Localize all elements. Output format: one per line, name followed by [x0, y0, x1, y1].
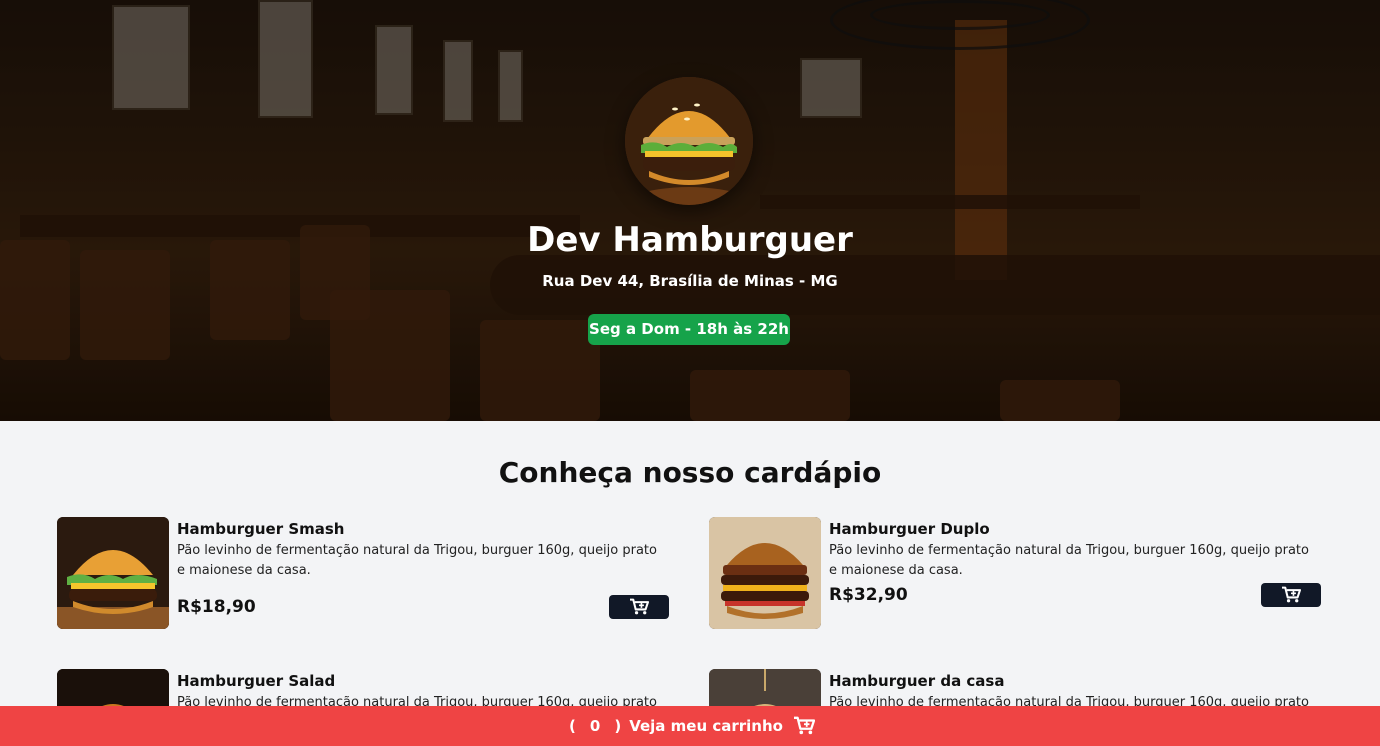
item-info: Hamburguer Salad Pão levinho de fermenta…: [177, 671, 669, 706]
item-name: Hamburguer Duplo: [829, 520, 990, 538]
item-image: [57, 669, 169, 706]
burger-image: [709, 517, 821, 629]
item-image: [709, 517, 821, 629]
restaurant-address: Rua Dev 44, Brasília de Minas - MG: [542, 272, 838, 290]
opening-hours-badge: Seg a Dom - 18h às 22h: [588, 314, 790, 345]
menu-title: Conheça nosso cardápio: [498, 456, 882, 489]
item-image: [709, 669, 821, 706]
cart-plus-icon: [1282, 586, 1301, 603]
item-info: Hamburguer da casa Pão levinho de fermen…: [829, 671, 1321, 706]
cart-count-open-paren: (: [569, 717, 576, 735]
cart-plus-icon: [793, 716, 815, 735]
burger-image: [709, 669, 821, 706]
burger-image: [57, 669, 169, 706]
item-description: Pão levinho de fermentação natural da Tr…: [177, 543, 657, 578]
burger-image: [57, 517, 169, 629]
item-price: R$32,90: [829, 585, 908, 605]
menu-item: Hamburguer Duplo Pão levinho de fermenta…: [709, 517, 1321, 629]
item-description: Pão levinho de fermentação natural da Tr…: [829, 543, 1309, 578]
item-image: [57, 517, 169, 629]
item-info: Hamburguer Duplo Pão levinho de fermenta…: [829, 519, 1321, 581]
restaurant-name: Dev Hamburguer: [527, 220, 853, 260]
cart-count: 0: [589, 717, 601, 735]
add-to-cart-button[interactable]: [1261, 583, 1321, 607]
view-cart-button[interactable]: ( 0 ) Veja meu carrinho: [0, 706, 1380, 746]
hero-content: Dev Hamburguer Rua Dev 44, Brasília de M…: [0, 0, 1380, 421]
view-cart-label: Veja meu carrinho: [629, 717, 783, 735]
menu-item: Hamburguer da casa Pão levinho de fermen…: [709, 669, 1321, 706]
item-description: Pão levinho de fermentação natural da Tr…: [177, 695, 657, 706]
item-price: R$18,90: [177, 597, 256, 617]
burger-logo-image: [625, 77, 753, 205]
menu-item: Hamburguer Smash Pão levinho de fermenta…: [57, 517, 669, 629]
item-name: Hamburguer Smash: [177, 520, 345, 538]
restaurant-logo: [625, 77, 753, 205]
item-description: Pão levinho de fermentação natural da Tr…: [829, 695, 1309, 706]
cart-plus-icon: [630, 598, 649, 615]
item-info: Hamburguer Smash Pão levinho de fermenta…: [177, 519, 669, 581]
item-name: Hamburguer Salad: [177, 672, 336, 690]
hero-banner: Dev Hamburguer Rua Dev 44, Brasília de M…: [0, 0, 1380, 421]
add-to-cart-button[interactable]: [609, 595, 669, 619]
item-name: Hamburguer da casa: [829, 672, 1005, 690]
cart-count-close-paren: ): [614, 717, 622, 735]
menu-item: Hamburguer Salad Pão levinho de fermenta…: [57, 669, 669, 706]
